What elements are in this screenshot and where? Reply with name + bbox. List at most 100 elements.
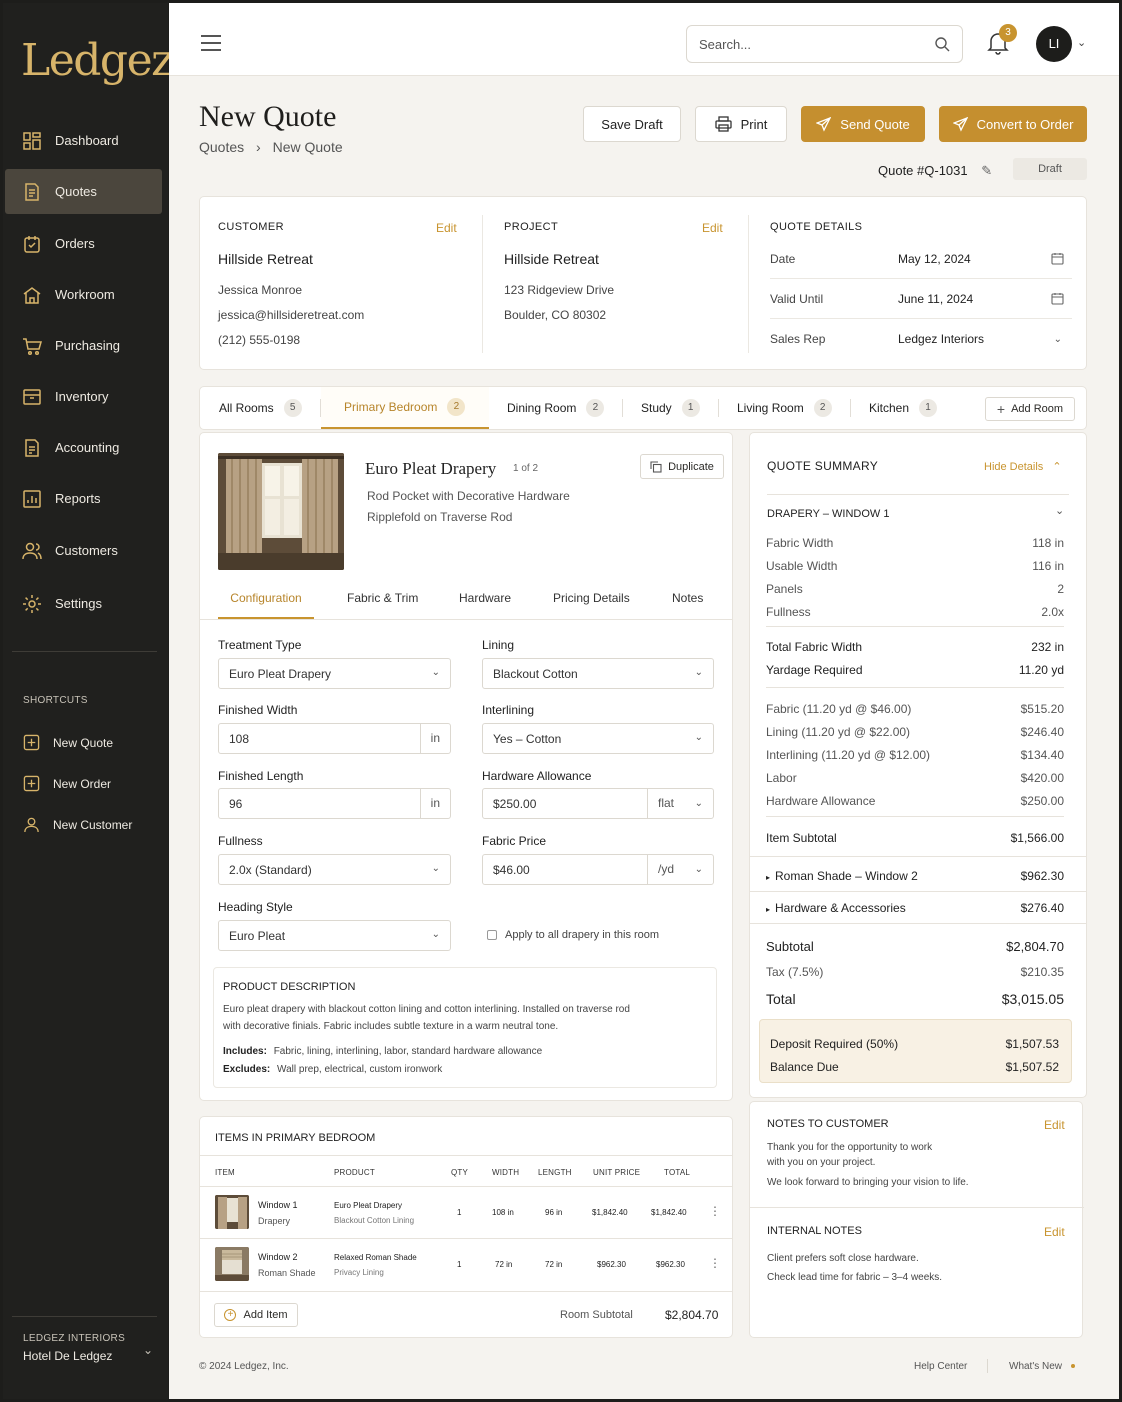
summary-roman-shade-row[interactable]: ▸ Roman Shade – Window 2 $962.30: [766, 869, 1064, 883]
tab-pricing-details[interactable]: Pricing Details: [553, 591, 630, 605]
notifications-button[interactable]: 3: [987, 24, 1017, 58]
tab-fabric-trim[interactable]: Fabric & Trim: [347, 591, 418, 605]
valid-until-value: June 11, 2024: [898, 291, 974, 306]
tab-kitchen[interactable]: Kitchen 1: [869, 387, 938, 429]
sidebar-item-settings[interactable]: Settings: [5, 581, 162, 626]
treatment-type-select[interactable]: Euro Pleat Drapery ⌄: [218, 658, 451, 689]
help-center-link[interactable]: Help Center: [914, 1361, 967, 1372]
send-icon: [816, 116, 832, 132]
room-subtotal-label: Room Subtotal: [560, 1309, 633, 1321]
add-room-label: Add Room: [1011, 403, 1064, 415]
row-item-sub: Roman Shade: [258, 1268, 316, 1278]
summary-hardware-row[interactable]: ▸ Hardware & Accessories $276.40: [766, 901, 1064, 915]
lining-select[interactable]: Blackout Cotton ⌄: [482, 658, 714, 689]
sidebar-item-orders[interactable]: Orders: [5, 221, 162, 266]
row-item: Window 2: [258, 1252, 298, 1262]
tab-notes[interactable]: Notes: [672, 591, 703, 605]
search-input[interactable]: Search...: [686, 25, 963, 63]
org-switcher[interactable]: LEDGEZ INTERIORS Hotel De Ledgez ⌄: [23, 1333, 153, 1363]
plus-square-icon: [23, 775, 40, 792]
shortcut-new-order[interactable]: New Order: [23, 775, 111, 792]
row-thumbnail: [215, 1195, 249, 1229]
checkbox-icon[interactable]: [487, 930, 497, 940]
sidebar-item-workroom[interactable]: Workroom: [5, 272, 162, 317]
avatar[interactable]: LI: [1036, 26, 1072, 62]
sidebar-item-inventory[interactable]: Inventory: [5, 374, 162, 419]
project-edit-link[interactable]: Edit: [702, 221, 723, 235]
notes-customer-edit-link[interactable]: Edit: [1044, 1118, 1065, 1132]
pencil-icon[interactable]: ✎: [981, 163, 992, 178]
row-product-sub: Privacy Lining: [334, 1268, 384, 1277]
col-header-length: LENGTH: [538, 1168, 572, 1177]
chevron-down-icon[interactable]: ⌄: [1077, 36, 1086, 49]
hide-details-link[interactable]: Hide Details ⌃: [984, 460, 1062, 473]
customer-note-line1: Thank you for the opportunity to work: [767, 1142, 933, 1153]
notes-card: NOTES TO CUSTOMER Edit Thank you for the…: [749, 1101, 1084, 1338]
fullness-select[interactable]: 2.0x (Standard) ⌄: [218, 854, 451, 885]
print-button[interactable]: Print: [695, 106, 787, 142]
heading-style-select[interactable]: Euro Pleat ⌄: [218, 920, 451, 951]
add-item-button[interactable]: + Add Item: [214, 1303, 298, 1327]
includes-row: Includes: Fabric, lining, interlining, l…: [223, 1046, 542, 1057]
date-label: Date: [770, 251, 796, 266]
finished-width-input[interactable]: 108 in: [218, 723, 451, 754]
customer-email[interactable]: jessica@hillsideretreat.com: [218, 308, 364, 322]
workroom-icon: [23, 286, 41, 304]
more-options-icon[interactable]: ⋮: [709, 1256, 721, 1270]
sidebar-item-reports[interactable]: Reports: [5, 476, 162, 521]
shortcut-label: New Customer: [53, 817, 133, 832]
divider: [749, 891, 1087, 892]
excludes-label: Excludes:: [223, 1064, 271, 1075]
project-name: Hillside Retreat: [504, 251, 599, 267]
more-options-icon[interactable]: ⋮: [709, 1204, 721, 1218]
menu-icon[interactable]: [201, 35, 221, 56]
date-field[interactable]: Date May 12, 2024: [770, 239, 1072, 279]
add-room-button[interactable]: + Add Room: [985, 397, 1075, 421]
hardware-allowance-input[interactable]: $250.00 flat ⌄: [482, 788, 714, 819]
row-item-sub: Drapery: [258, 1216, 291, 1226]
whats-new-link[interactable]: What's New: [1009, 1361, 1076, 1372]
sales-rep-select[interactable]: Sales Rep Ledgez Interiors ⌄: [770, 319, 1072, 359]
tab-hardware[interactable]: Hardware: [459, 591, 511, 605]
row-total: $962.30: [656, 1260, 685, 1269]
tab-living-room[interactable]: Living Room 2: [737, 387, 832, 429]
divider: [749, 923, 1087, 924]
unit-select[interactable]: /yd ⌄: [647, 855, 713, 884]
finished-length-input[interactable]: 96 in: [218, 788, 451, 819]
valid-until-field[interactable]: Valid Until June 11, 2024: [770, 279, 1072, 319]
tab-configuration[interactable]: Configuration: [218, 591, 314, 619]
convert-to-order-button[interactable]: Convert to Order: [939, 106, 1087, 142]
customer-edit-link[interactable]: Edit: [436, 221, 457, 235]
shortcut-new-customer[interactable]: New Customer: [23, 816, 132, 833]
tab-dining-room[interactable]: Dining Room 2: [507, 387, 605, 429]
sidebar-item-label: Purchasing: [55, 338, 121, 353]
tab-study[interactable]: Study 1: [641, 387, 700, 429]
chevron-down-icon[interactable]: ⌄: [1055, 504, 1064, 517]
valid-until-label: Valid Until: [770, 291, 824, 306]
tab-all-rooms[interactable]: All Rooms 5: [219, 387, 302, 429]
shortcut-new-quote[interactable]: New Quote: [23, 734, 113, 751]
internal-notes-edit-link[interactable]: Edit: [1044, 1225, 1065, 1239]
drapery-section-title: DRAPERY – WINDOW 1: [767, 508, 890, 520]
apply-all-checkbox[interactable]: Apply to all drapery in this room: [487, 929, 659, 941]
sidebar-item-customers[interactable]: Customers: [5, 528, 162, 573]
summary-label: Total: [766, 991, 796, 1007]
sidebar-item-label: Dashboard: [55, 133, 119, 148]
interlining-select[interactable]: Yes – Cotton ⌄: [482, 723, 714, 754]
whats-new-label: What's New: [1009, 1361, 1063, 1372]
sidebar-item-accounting[interactable]: Accounting: [5, 425, 162, 470]
shortcuts-title: SHORTCUTS: [23, 695, 88, 706]
tab-primary-bedroom[interactable]: Primary Bedroom 2: [321, 387, 489, 429]
sidebar-item-purchasing[interactable]: Purchasing: [5, 323, 162, 368]
interlining-value: Yes – Cotton: [493, 731, 562, 746]
unit-select[interactable]: flat ⌄: [647, 789, 713, 818]
fabric-price-input[interactable]: $46.00/yd ⌄: [482, 854, 714, 885]
sidebar-item-quotes[interactable]: Quotes: [5, 169, 162, 214]
summary-total-fabric-width: Total Fabric Width 232 in: [766, 640, 1064, 654]
save-draft-button[interactable]: Save Draft: [583, 106, 681, 142]
send-quote-button[interactable]: Send Quote: [801, 106, 925, 142]
customer-contact: Jessica Monroe: [218, 283, 303, 297]
sidebar-item-dashboard[interactable]: Dashboard: [5, 118, 162, 163]
duplicate-button[interactable]: Duplicate: [640, 454, 724, 479]
breadcrumb-quotes[interactable]: Quotes: [199, 139, 244, 155]
